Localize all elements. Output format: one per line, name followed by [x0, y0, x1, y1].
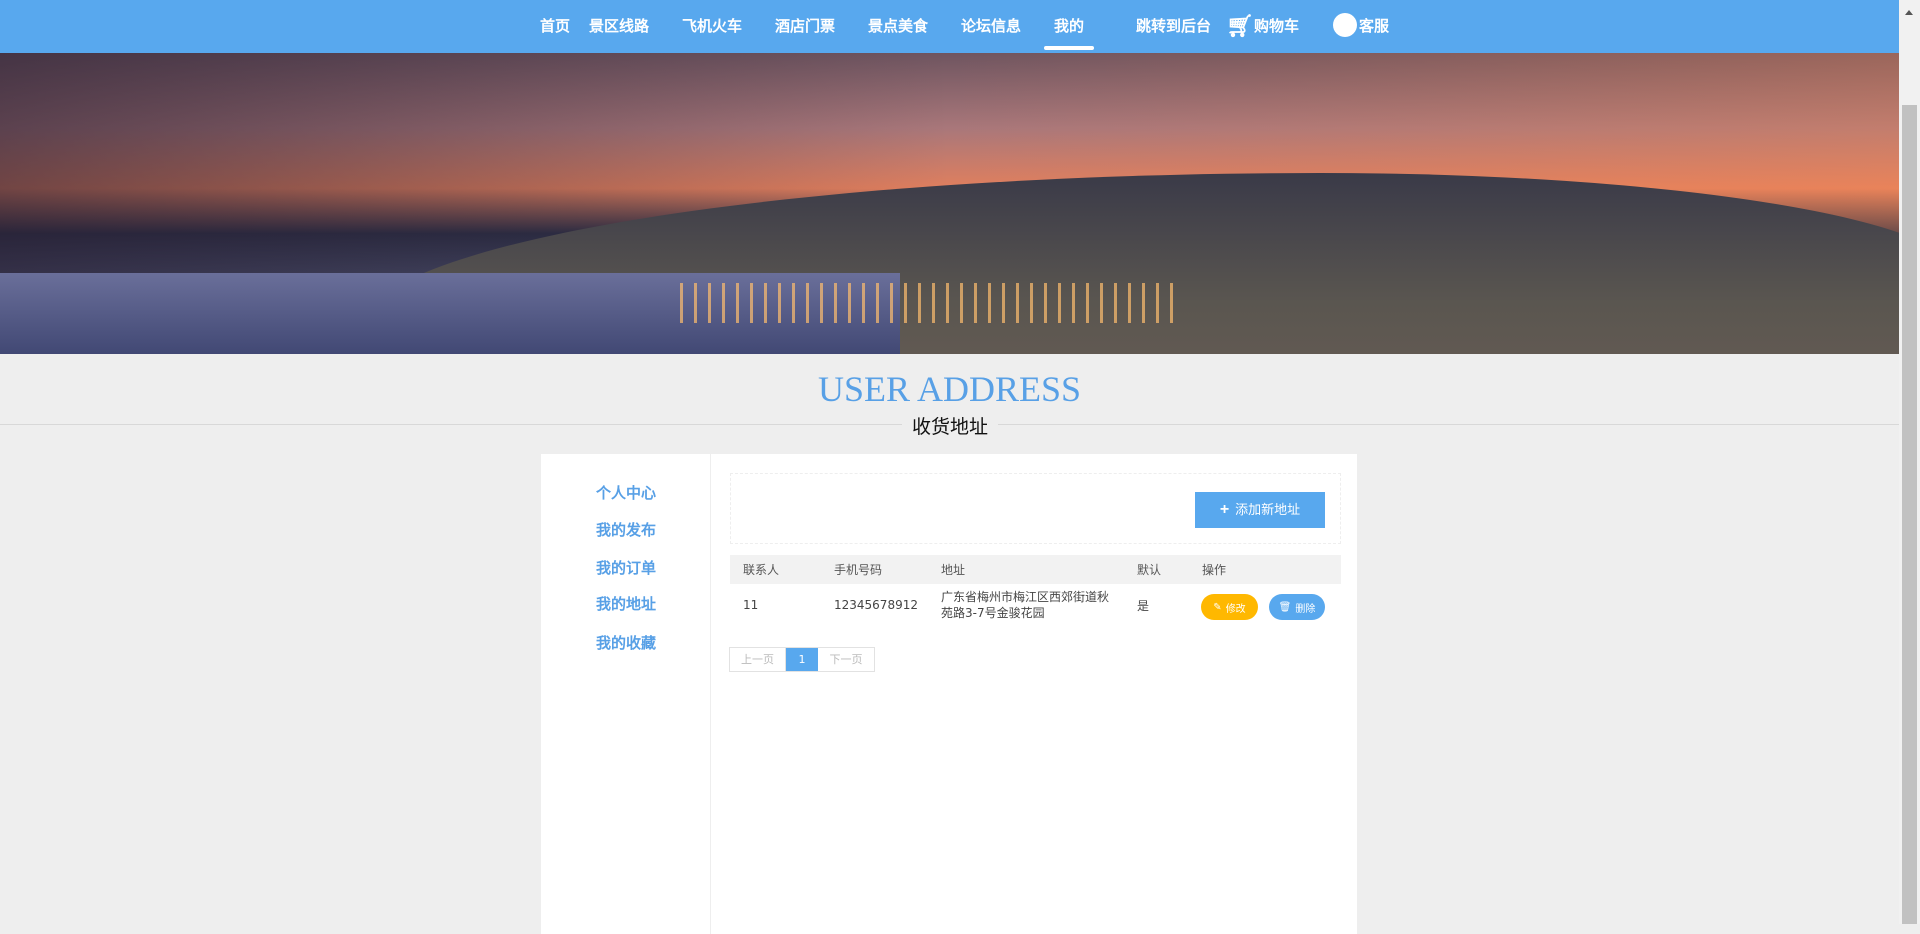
add-address-button[interactable]: + 添加新地址 — [1195, 492, 1325, 528]
header-contact: 联系人 — [743, 563, 780, 577]
nav-transport[interactable]: 飞机火车 — [682, 0, 742, 53]
table-header: 联系人 手机号码 地址 默认 操作 — [730, 555, 1341, 584]
delete-button[interactable]: 🗑︎ 删除 — [1269, 594, 1325, 620]
nav-food[interactable]: 景点美食 — [868, 0, 928, 53]
nav-cart[interactable]: 🛒︎购物车 — [1226, 0, 1299, 53]
scrollbar[interactable] — [1899, 0, 1920, 924]
delete-label: 删除 — [1295, 603, 1316, 615]
banner-image — [0, 53, 1899, 354]
page-title: USER ADDRESS — [817, 369, 1082, 409]
nav-routes[interactable]: 景区线路 — [589, 0, 649, 53]
trash-icon: 🗑︎ — [1278, 601, 1292, 613]
cart-icon: 🛒︎ — [1226, 14, 1254, 39]
nav-service[interactable]: 客服 — [1333, 0, 1389, 53]
pagination: 上一页 1 下一页 — [729, 647, 875, 672]
top-nav: 首页 景区线路 飞机火车 酒店门票 景点美食 论坛信息 我的 跳转到后台 🛒︎购… — [0, 0, 1920, 53]
sidebar-item-posts[interactable]: 我的发布 — [596, 519, 656, 540]
header-default: 默认 — [1137, 563, 1162, 577]
chat-icon — [1333, 13, 1357, 37]
nav-mine[interactable]: 我的 — [1043, 0, 1095, 53]
nav-hotel[interactable]: 酒店门票 — [775, 0, 835, 53]
toolbar: + 添加新地址 — [730, 473, 1341, 544]
cell-phone: 12345678912 — [834, 598, 918, 612]
header-actions: 操作 — [1202, 563, 1227, 577]
cell-contact: 11 — [743, 598, 759, 612]
scrollbar-thumb[interactable] — [1902, 105, 1917, 924]
table-row: 11 12345678912 广东省梅州市梅江区西郊街道秋苑路3-7号金骏花园 … — [730, 584, 1341, 626]
sidebar-item-orders[interactable]: 我的订单 — [596, 557, 656, 578]
content-panel: 个人中心 我的发布 我的订单 我的地址 我的收藏 + 添加新地址 联系人 手机号码… — [541, 454, 1357, 934]
sidebar-item-address[interactable]: 我的地址 — [596, 593, 656, 614]
nav-forum[interactable]: 论坛信息 — [961, 0, 1021, 53]
cell-address: 广东省梅州市梅江区西郊街道秋苑路3-7号金骏花园 — [941, 590, 1110, 620]
service-label: 客服 — [1359, 17, 1390, 35]
header-phone: 手机号码 — [834, 563, 883, 577]
next-page-button[interactable]: 下一页 — [818, 648, 874, 671]
nav-home[interactable]: 首页 — [540, 0, 570, 53]
scroll-up-icon[interactable] — [1905, 6, 1913, 15]
edit-label: 修改 — [1225, 603, 1246, 615]
sidebar-item-profile[interactable]: 个人中心 — [596, 482, 656, 503]
page-1-button[interactable]: 1 — [786, 648, 818, 671]
edit-button[interactable]: ✎ 修改 — [1201, 594, 1258, 620]
header-address: 地址 — [941, 563, 966, 577]
add-address-label: 添加新地址 — [1235, 502, 1301, 517]
sidebar-item-favorites[interactable]: 我的收藏 — [596, 632, 656, 653]
prev-page-button[interactable]: 上一页 — [730, 648, 786, 671]
page-subtitle: 收货地址 — [901, 412, 999, 439]
cell-default: 是 — [1137, 598, 1150, 613]
plus-icon: + — [1219, 501, 1230, 518]
pencil-icon: ✎ — [1213, 601, 1222, 613]
cart-label: 购物车 — [1253, 17, 1299, 35]
nav-admin[interactable]: 跳转到后台 — [1136, 0, 1211, 53]
